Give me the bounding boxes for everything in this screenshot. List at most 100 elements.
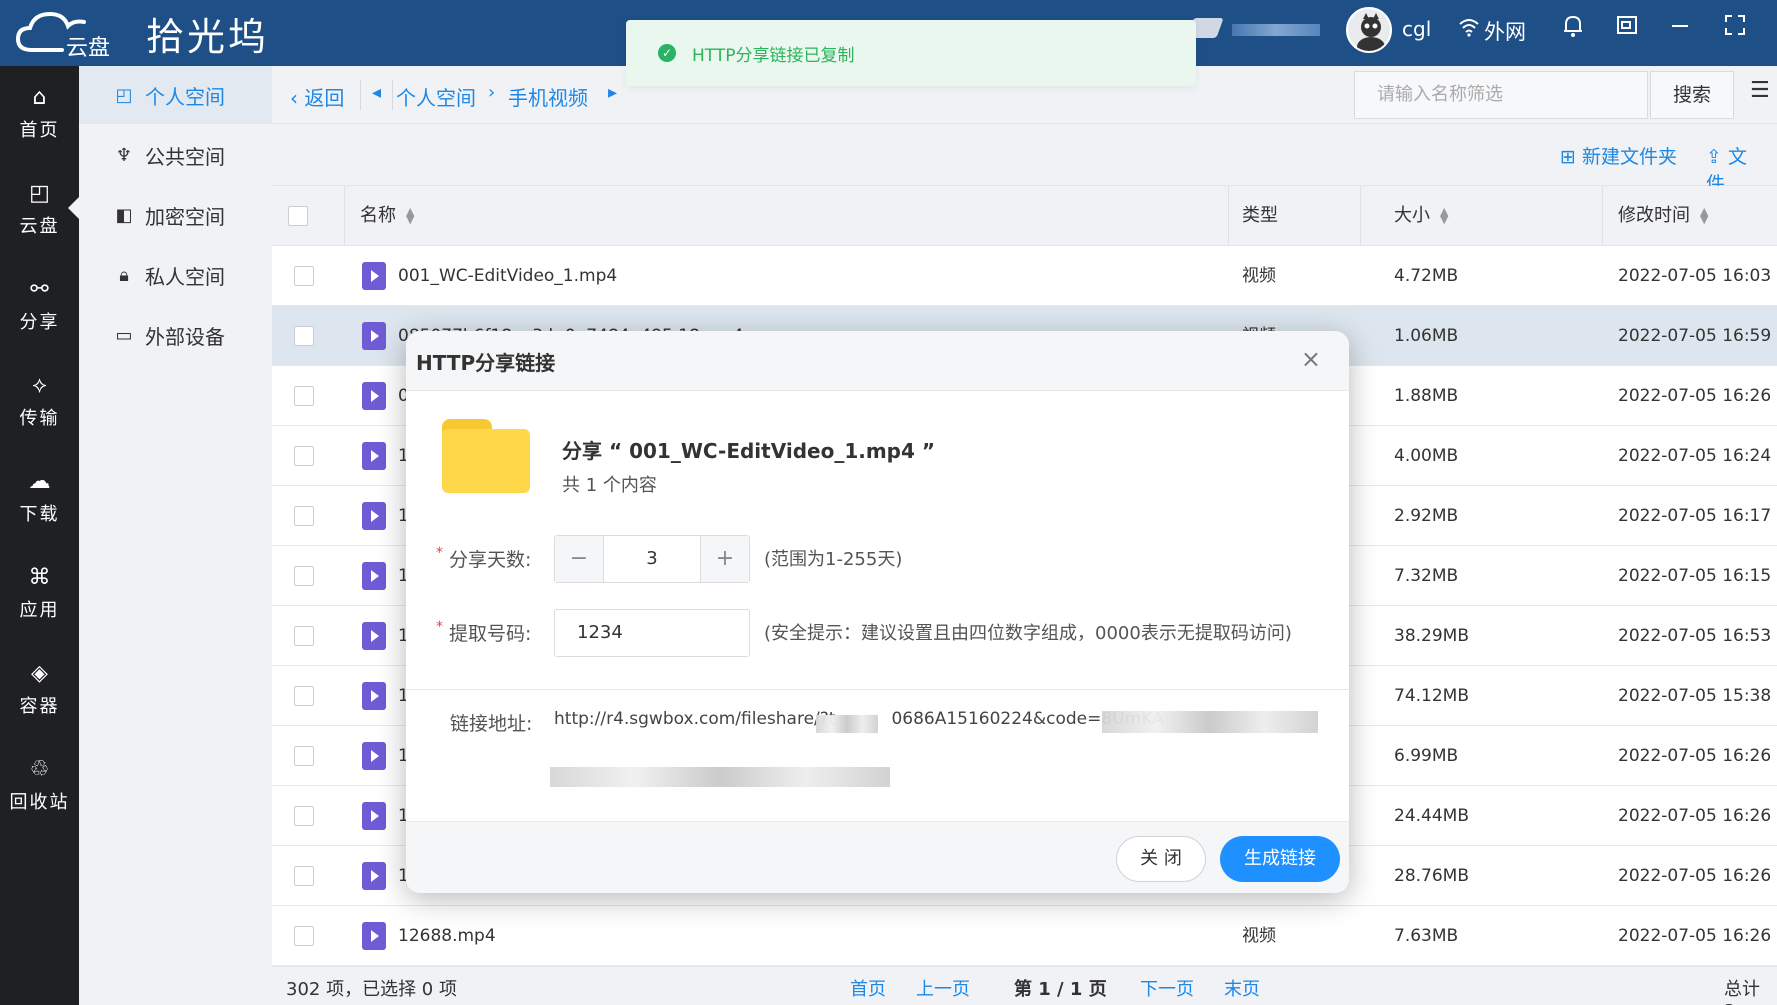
file-modified: 2022-07-05 16:26 xyxy=(1618,926,1772,946)
nav-label: 回收站 xyxy=(9,792,70,813)
column-type-header: 类型 xyxy=(1242,205,1278,226)
last-page-link[interactable]: 末页 xyxy=(1224,975,1260,1001)
nav-item-cloud-disk[interactable]: ◰ 云盘 xyxy=(0,162,80,258)
row-checkbox[interactable] xyxy=(294,746,314,766)
bell-icon[interactable] xyxy=(1562,14,1584,44)
sort-icon[interactable]: ☰ xyxy=(1750,78,1770,103)
selection-summary: 302 项，已选择 0 项 xyxy=(286,979,457,1000)
nav-item-download[interactable]: ☁ 下载 xyxy=(0,450,79,546)
nav-item-share[interactable]: ⚯ 分享 xyxy=(0,258,79,354)
column-size-header[interactable]: 大小 ▲ ▼ xyxy=(1394,186,1448,246)
prev-page-link[interactable]: 上一页 xyxy=(916,975,970,1001)
check-circle-icon: ✓ xyxy=(658,44,676,62)
file-name[interactable]: 001_WC-EditVideo_1.mp4 xyxy=(398,246,1218,306)
select-all-checkbox[interactable] xyxy=(288,206,308,226)
filter-input[interactable]: 请输入名称筛选 xyxy=(1354,71,1648,119)
total-size: 总计 3 xyxy=(1724,979,1760,1005)
cloud-logo-icon: 云盘 xyxy=(14,8,122,61)
nav-item-apps[interactable]: ⌘ 应用 xyxy=(0,546,79,642)
generate-link-button[interactable]: 生成链接 xyxy=(1220,836,1340,882)
space-label: 公共空间 xyxy=(145,144,225,169)
new-folder-button[interactable]: ⊞ 新建文件夹 xyxy=(1560,142,1677,169)
minimize-icon[interactable] xyxy=(1670,14,1690,42)
file-modified: 2022-07-05 16:26 xyxy=(1618,746,1772,766)
file-modified: 2022-07-05 16:26 xyxy=(1618,386,1772,406)
row-checkbox[interactable] xyxy=(294,926,314,946)
recycle-icon: ♲ xyxy=(29,757,50,782)
close-icon[interactable]: × xyxy=(1301,345,1321,373)
breadcrumb-item[interactable]: 个人空间 xyxy=(396,82,476,111)
access-code-input[interactable]: 1234 xyxy=(554,609,750,657)
network-label[interactable]: 外网 xyxy=(1484,16,1526,46)
transfer-icon: ⟡ xyxy=(32,373,47,398)
back-button[interactable]: ‹ 返回 xyxy=(290,82,344,111)
row-checkbox[interactable] xyxy=(294,566,314,586)
fullscreen-icon[interactable] xyxy=(1724,14,1746,42)
file-modified: 2022-07-05 16:26 xyxy=(1618,806,1772,826)
decrement-button[interactable]: − xyxy=(555,536,603,582)
share-days-stepper: − 3 + xyxy=(554,535,750,583)
row-checkbox[interactable] xyxy=(294,626,314,646)
header-label: 大小 xyxy=(1394,205,1430,226)
column-modified-header[interactable]: 修改时间 ▲ ▼ xyxy=(1618,186,1708,246)
row-checkbox[interactable] xyxy=(294,806,314,826)
access-code-label-text: 提取号码: xyxy=(449,623,532,645)
breadcrumb-item[interactable]: 手机视频 xyxy=(508,82,588,111)
header-label: 名称 xyxy=(360,205,396,226)
increment-button[interactable]: + xyxy=(701,536,749,582)
file-modified: 2022-07-05 16:03 xyxy=(1618,266,1772,286)
file-modified: 2022-07-05 16:59 xyxy=(1618,326,1772,346)
user-name[interactable]: cgl xyxy=(1402,17,1431,41)
divider xyxy=(406,689,1349,690)
space-label: 加密空间 xyxy=(145,204,225,229)
video-file-icon xyxy=(362,442,386,470)
first-page-link[interactable]: 首页 xyxy=(850,975,886,1001)
close-button[interactable]: 关 闭 xyxy=(1116,836,1206,882)
space-item-external[interactable]: ▭ 外部设备 xyxy=(79,306,272,364)
space-item-personal[interactable]: ◰ 个人空间 xyxy=(79,66,272,124)
video-file-icon xyxy=(362,802,386,830)
row-checkbox[interactable] xyxy=(294,446,314,466)
caret-right-icon[interactable]: ▸ xyxy=(608,82,617,103)
divider xyxy=(1360,186,1361,246)
file-size: 4.00MB xyxy=(1394,446,1459,466)
column-name-header[interactable]: 名称 ▲ ▼ xyxy=(360,186,414,246)
space-item-encrypted[interactable]: ◧ 加密空间 xyxy=(79,186,272,244)
file-size: 1.88MB xyxy=(1394,386,1459,406)
file-size: 28.76MB xyxy=(1394,866,1469,886)
window-icon[interactable] xyxy=(1616,14,1638,42)
nav-item-container[interactable]: ◈ 容器 xyxy=(0,642,79,738)
video-file-icon xyxy=(362,562,386,590)
share-days-label-text: 分享天数: xyxy=(449,549,532,571)
row-checkbox[interactable] xyxy=(294,506,314,526)
file-modified: 2022-07-05 16:15 xyxy=(1618,566,1772,586)
logo-subtitle: 云盘 xyxy=(66,36,111,61)
row-checkbox[interactable] xyxy=(294,266,314,286)
personal-space-icon: ◰ xyxy=(115,84,133,106)
row-checkbox[interactable] xyxy=(294,866,314,886)
search-button[interactable]: 搜索 xyxy=(1650,71,1734,119)
avatar[interactable] xyxy=(1346,7,1392,53)
row-checkbox[interactable] xyxy=(294,686,314,706)
access-code-label: * 提取号码: xyxy=(436,619,532,645)
file-size: 2.92MB xyxy=(1394,506,1459,526)
space-label: 私人空间 xyxy=(145,264,225,289)
nav-item-recycle[interactable]: ♲ 回收站 xyxy=(0,738,79,834)
file-type: 视频 xyxy=(1242,266,1276,286)
share-days-input[interactable]: 3 xyxy=(603,536,701,582)
space-item-private[interactable]: 🔒︎ 私人空间 xyxy=(79,246,272,304)
nav-item-home[interactable]: ⌂ 首页 xyxy=(0,66,79,162)
back-label: 返回 xyxy=(304,86,345,110)
table-row[interactable]: 001_WC-EditVideo_1.mp4 视频 4.72MB 2022-07… xyxy=(272,246,1777,306)
file-type: 视频 xyxy=(1242,926,1276,946)
row-checkbox[interactable] xyxy=(294,326,314,346)
nav-item-transfer[interactable]: ⟡ 传输 xyxy=(0,354,79,450)
row-checkbox[interactable] xyxy=(294,386,314,406)
app-title: 拾光坞 xyxy=(146,14,270,59)
table-row[interactable]: 12688.mp4 视频 7.63MB 2022-07-05 16:26 xyxy=(272,906,1777,966)
space-item-public[interactable]: ♆ 公共空间 xyxy=(79,126,272,184)
caret-left-icon[interactable]: ◂ xyxy=(372,82,381,103)
file-name[interactable]: 12688.mp4 xyxy=(398,906,1218,966)
upload-icon: ⇪ xyxy=(1706,146,1722,168)
next-page-link[interactable]: 下一页 xyxy=(1140,975,1194,1001)
